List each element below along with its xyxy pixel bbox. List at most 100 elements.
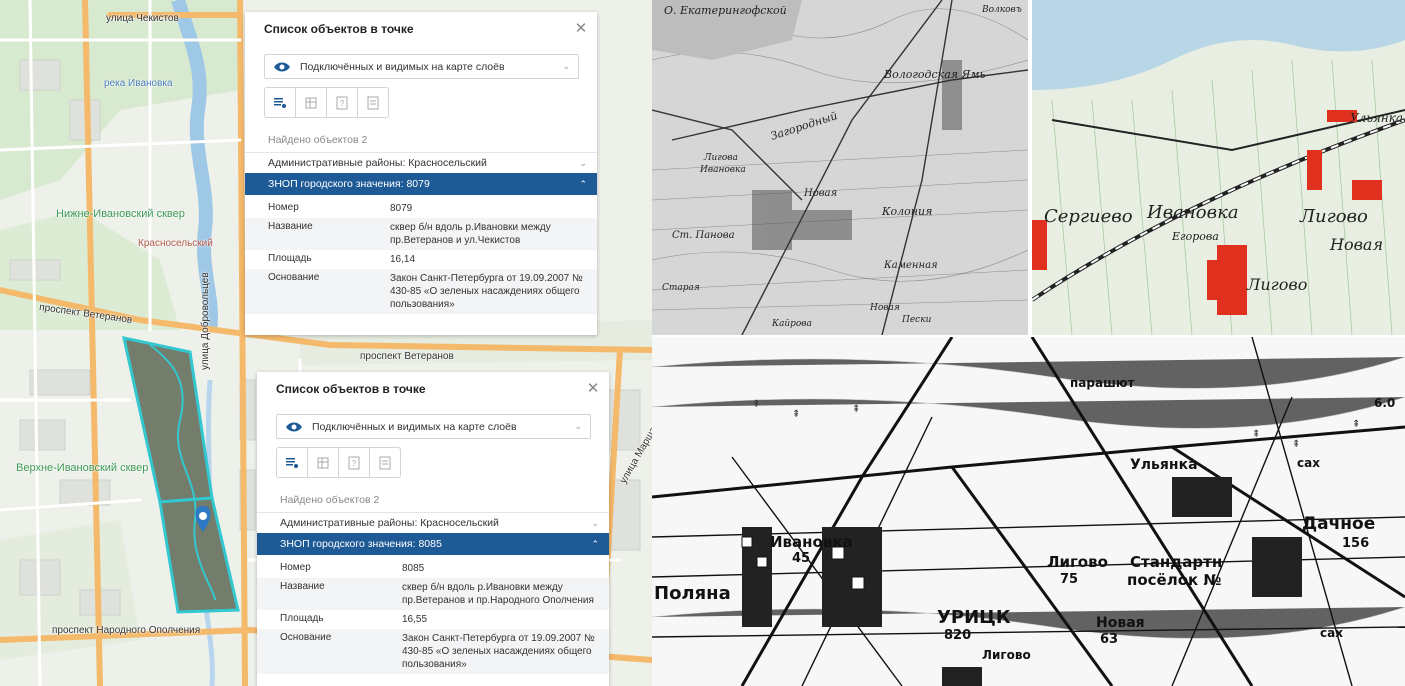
- active-section-label: ЗНОП городского значения: 8085: [280, 538, 442, 550]
- map-label: Волковъ: [981, 5, 1022, 15]
- map-label: Новая: [869, 303, 900, 313]
- attr-value: сквер б/н вдоль р.Ивановки между пр.Вете…: [390, 222, 551, 246]
- attributes-table: Номер 8085 Название сквер б/н вдоль р.Ив…: [257, 555, 609, 678]
- map-label: УРИЦК: [937, 607, 1011, 628]
- map-label: Ст. Панова: [672, 230, 735, 241]
- attr-key: Номер: [268, 202, 299, 213]
- table-row: Площадь 16,14: [245, 250, 597, 269]
- svg-text:⇞: ⇞: [852, 404, 860, 415]
- map-label: 45: [792, 551, 810, 566]
- close-icon[interactable]: ✕: [573, 21, 589, 37]
- popup-title: Список объектов в точке: [264, 22, 414, 36]
- table-row: Название сквер б/н вдоль р.Ивановки межд…: [257, 578, 609, 610]
- map-label: Каменная: [883, 260, 938, 271]
- map-label: Ульянка: [1350, 111, 1403, 125]
- map-label: парашют: [1070, 376, 1134, 390]
- map-label: посёлок №: [1127, 571, 1221, 589]
- map-label: сах: [1320, 626, 1343, 640]
- map-label: Лигово: [982, 648, 1031, 662]
- section-znop-active[interactable]: ЗНОП городского значения: 8085 ⌃: [257, 533, 609, 555]
- historic-map-color: Сергиево Ивановка Лигово Новая Ульянка Е…: [1032, 0, 1405, 335]
- list-location-icon[interactable]: [265, 88, 296, 117]
- map-label: Лигова: [703, 153, 738, 163]
- map-label: Старая: [662, 283, 700, 293]
- document-icon[interactable]: [370, 448, 400, 477]
- svg-text:⇞: ⇞: [1292, 439, 1300, 450]
- chevron-up-icon: ⌃: [591, 538, 599, 549]
- label-park-lower: Нижне-Ивановский сквер: [56, 208, 185, 220]
- chevron-up-icon: ⌃: [579, 178, 587, 189]
- engraving-map-image: О. Екатерингофской Вологодская Ямь Загор…: [652, 0, 1028, 335]
- svg-text:⇞: ⇞: [752, 399, 760, 410]
- chevron-down-icon: ⌄: [562, 61, 570, 71]
- attr-key: Название: [268, 221, 313, 232]
- table-icon[interactable]: [308, 448, 339, 477]
- section-admin-districts[interactable]: Административные районы: Красносельский …: [257, 512, 609, 533]
- attr-key: Основание: [280, 632, 332, 643]
- attr-value: сквер б/н вдоль р.Ивановки между пр.Вете…: [402, 582, 594, 606]
- layers-eye-icon: [274, 62, 290, 71]
- map-label: Поляна: [654, 583, 731, 604]
- historic-map-topographic: Ульянка Дачное 156 Ивановка 45 Поляна Ли…: [652, 337, 1405, 686]
- attr-value: 16,55: [402, 614, 428, 625]
- section-znop-active[interactable]: ЗНОП городского значения: 8079 ⌃: [245, 173, 597, 195]
- map-label: 75: [1060, 572, 1078, 587]
- svg-text:?: ?: [340, 99, 345, 108]
- attr-key: Основание: [268, 272, 320, 283]
- label-prospect-narodnogo: проспект Народного Ополчения: [52, 625, 201, 636]
- chevron-down-icon: ⌄: [579, 157, 587, 168]
- found-count: Найдено объектов 2: [280, 494, 380, 506]
- attr-value: Закон Санкт-Петербурга от 19.09.2007 № 4…: [402, 633, 595, 670]
- table-row: Основание Закон Санкт-Петербурга от 19.0…: [257, 629, 609, 674]
- map-label: Кайрова: [771, 319, 812, 329]
- close-icon[interactable]: ✕: [585, 381, 601, 397]
- map-label: Лигово: [1047, 553, 1108, 571]
- popup-header: Список объектов в точке ✕: [257, 372, 609, 406]
- map-label: Новая: [803, 188, 837, 199]
- label-street-chekistov: улица Чекистов: [106, 13, 179, 24]
- list-location-icon[interactable]: [277, 448, 308, 477]
- map-label: Сергиево: [1044, 206, 1133, 227]
- map-label: Лигово: [1299, 206, 1368, 227]
- color-map-image: Сергиево Ивановка Лигово Новая Ульянка Е…: [1032, 0, 1405, 335]
- document-icon[interactable]: [358, 88, 388, 117]
- table-row: Номер 8085: [257, 559, 609, 578]
- map-label: сах: [1297, 456, 1320, 470]
- active-section-label: ЗНОП городского значения: 8079: [268, 178, 430, 190]
- map-label: Ивановка: [770, 533, 853, 551]
- map-label: Егорова: [1171, 230, 1219, 243]
- section-admin-districts[interactable]: Административные районы: Красносельский …: [245, 152, 597, 173]
- attr-value: 8079: [390, 203, 413, 214]
- map-label: Ивановка: [1146, 202, 1239, 223]
- layer-select-value: Подключённых и видимых на карте слоёв: [312, 420, 517, 433]
- popup-header: Список объектов в точке ✕: [245, 12, 597, 46]
- table-icon[interactable]: [296, 88, 327, 117]
- table-row: Площадь 16,55: [257, 610, 609, 629]
- svg-text:⇞: ⇞: [792, 409, 800, 420]
- attr-key: Номер: [280, 562, 311, 573]
- svg-text:⇞: ⇞: [1352, 419, 1360, 430]
- chevron-down-icon: ⌄: [574, 421, 582, 431]
- map-label: О. Екатерингофской: [664, 4, 787, 17]
- view-mode-toolbar: ?: [264, 87, 389, 118]
- svg-text:?: ?: [352, 459, 357, 468]
- historic-map-engraving: О. Екатерингофской Вологодская Ямь Загор…: [652, 0, 1028, 335]
- attr-value: 16,14: [390, 254, 416, 265]
- map-label: Дачное: [1302, 514, 1375, 534]
- found-count: Найдено объектов 2: [268, 134, 368, 146]
- attr-key: Название: [280, 581, 325, 592]
- chevron-down-icon: ⌄: [591, 517, 599, 528]
- layer-select[interactable]: Подключённых и видимых на карте слоёв ⌄: [276, 414, 591, 439]
- map-label: 820: [944, 628, 971, 643]
- topographic-map-image: Ульянка Дачное 156 Ивановка 45 Поляна Ли…: [652, 337, 1405, 686]
- view-mode-toolbar: ?: [276, 447, 401, 478]
- map-label: 63: [1100, 632, 1118, 647]
- label-prospect-veteranov-center: проспект Ветеранов: [360, 351, 454, 362]
- layer-select-value: Подключённых и видимых на карте слоёв: [300, 60, 505, 73]
- layer-select[interactable]: Подключённых и видимых на карте слоёв ⌄: [264, 54, 579, 79]
- layers-eye-icon: [286, 422, 302, 431]
- help-icon[interactable]: ?: [327, 88, 358, 117]
- objects-popup-2: Список объектов в точке ✕ Подключённых и…: [257, 372, 609, 686]
- map-label: 6.0: [1374, 396, 1395, 410]
- help-icon[interactable]: ?: [339, 448, 370, 477]
